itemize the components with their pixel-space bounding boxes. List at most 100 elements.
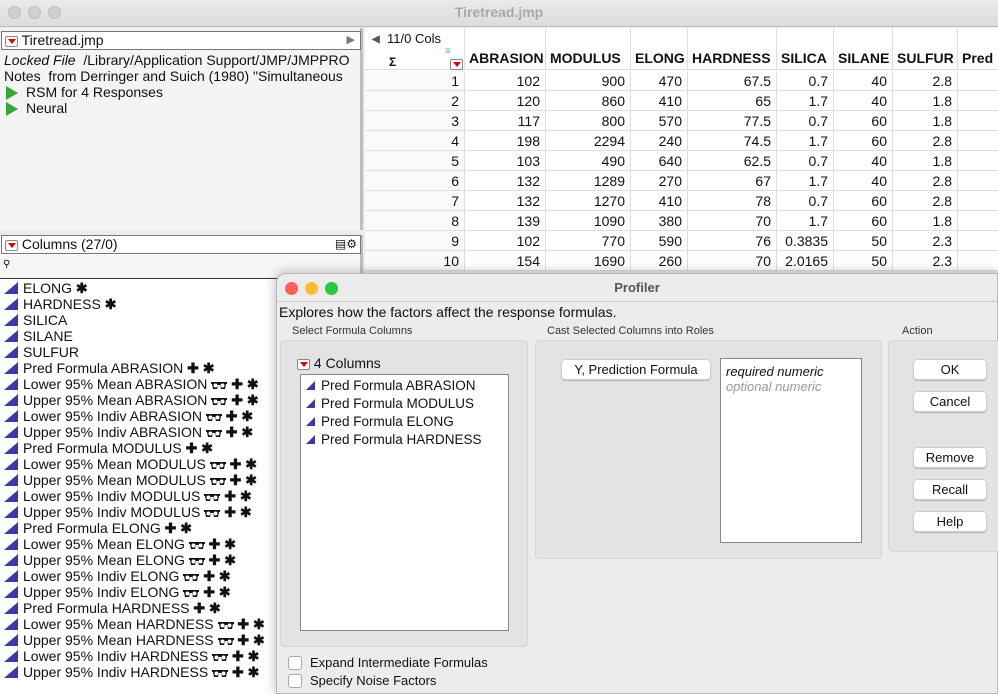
table-cell[interactable]: 117 bbox=[465, 111, 546, 131]
column-list-item[interactable]: Lower 95% Indiv MODULUS ✚ ✱ bbox=[0, 488, 252, 504]
table-cell[interactable]: 770 bbox=[546, 231, 631, 251]
table-cell[interactable]: 1690 bbox=[546, 251, 631, 271]
column-header[interactable]: SILANE bbox=[834, 28, 893, 70]
formula-column-item[interactable]: Pred Formula ELONG bbox=[306, 414, 454, 429]
table-cell[interactable]: 132 bbox=[465, 171, 546, 191]
table-cell[interactable] bbox=[958, 131, 998, 151]
table-cell[interactable]: 70 bbox=[688, 211, 777, 231]
table-cell[interactable]: 67 bbox=[688, 171, 777, 191]
columns-header[interactable]: Columns (27/0) ▤⚙ bbox=[1, 235, 361, 254]
table-cell[interactable]: 2.3 bbox=[893, 231, 958, 251]
row-number[interactable]: 8 bbox=[365, 211, 465, 231]
column-list-item[interactable]: Lower 95% Mean HARDNESS ✚ ✱ bbox=[0, 616, 265, 632]
column-header[interactable]: ELONG bbox=[631, 28, 688, 70]
table-cell[interactable]: 490 bbox=[546, 151, 631, 171]
table-cell[interactable]: 60 bbox=[834, 211, 893, 231]
red-triangle-menu-icon[interactable] bbox=[5, 239, 18, 251]
table-cell[interactable]: 0.7 bbox=[777, 191, 834, 211]
table-cell[interactable]: 40 bbox=[834, 71, 893, 91]
table-cell[interactable]: 1270 bbox=[546, 191, 631, 211]
checkbox[interactable] bbox=[288, 655, 302, 670]
column-list-item[interactable]: Upper 95% Mean HARDNESS ✚ ✱ bbox=[0, 632, 265, 648]
table-cell[interactable]: 77.5 bbox=[688, 111, 777, 131]
expand-intermediate-checkbox[interactable]: Expand Intermediate Formulas bbox=[288, 655, 488, 670]
table-cell[interactable]: 1.8 bbox=[893, 211, 958, 231]
table-cell[interactable]: 60 bbox=[834, 131, 893, 151]
column-header[interactable]: HARDNESS bbox=[688, 28, 777, 70]
cancel-button[interactable]: Cancel bbox=[913, 391, 987, 412]
column-list-item[interactable]: Upper 95% Mean ABRASION ✚ ✱ bbox=[0, 392, 259, 408]
column-list-icon[interactable]: ≡ bbox=[445, 46, 451, 57]
row-number[interactable]: 5 bbox=[365, 151, 465, 171]
table-cell[interactable]: 2.8 bbox=[893, 131, 958, 151]
columns-count-header[interactable]: 4 Columns bbox=[297, 355, 381, 371]
formula-columns-list[interactable]: Pred Formula ABRASION Pred Formula MODULU… bbox=[300, 374, 509, 631]
row-number[interactable]: 3 bbox=[365, 111, 465, 131]
table-cell[interactable] bbox=[958, 191, 998, 211]
table-cell[interactable]: 1.7 bbox=[777, 91, 834, 111]
formula-column-item[interactable]: Pred Formula MODULUS bbox=[306, 396, 474, 411]
column-list-item[interactable]: Pred Formula HARDNESS ✚ ✱ bbox=[0, 600, 221, 616]
column-list-item[interactable]: Pred Formula MODULUS ✚ ✱ bbox=[0, 440, 213, 456]
table-cell[interactable]: 260 bbox=[631, 251, 688, 271]
table-cell[interactable]: 0.7 bbox=[777, 111, 834, 131]
table-cell[interactable]: 2.8 bbox=[893, 191, 958, 211]
column-header[interactable]: MODULUS bbox=[546, 28, 631, 70]
table-cell[interactable]: 103 bbox=[465, 151, 546, 171]
column-header[interactable]: SULFUR bbox=[893, 28, 958, 70]
table-cell[interactable]: 198 bbox=[465, 131, 546, 151]
table-cell[interactable]: 50 bbox=[834, 251, 893, 271]
formula-column-item[interactable]: Pred Formula ABRASION bbox=[306, 378, 476, 393]
column-list-item[interactable]: Pred Formula ABRASION ✚ ✱ bbox=[0, 360, 215, 376]
column-list-item[interactable]: SILANE bbox=[0, 328, 73, 344]
row-number[interactable]: 10 bbox=[365, 251, 465, 271]
table-cell[interactable]: 1090 bbox=[546, 211, 631, 231]
column-list-item[interactable]: Lower 95% Mean ELONG ✚ ✱ bbox=[0, 536, 236, 552]
row-number[interactable]: 9 bbox=[365, 231, 465, 251]
table-cell[interactable]: 102 bbox=[465, 71, 546, 91]
table-cell[interactable]: 1.7 bbox=[777, 131, 834, 151]
red-triangle-menu-icon[interactable] bbox=[297, 358, 310, 370]
table-cell[interactable]: 1.8 bbox=[893, 151, 958, 171]
column-list-item[interactable]: Lower 95% Indiv ELONG ✚ ✱ bbox=[0, 568, 231, 584]
column-list-item[interactable]: HARDNESS ✱ bbox=[0, 296, 116, 312]
table-cell[interactable] bbox=[958, 151, 998, 171]
table-cell[interactable]: 590 bbox=[631, 231, 688, 251]
column-list-item[interactable]: Lower 95% Indiv ABRASION ✚ ✱ bbox=[0, 408, 253, 424]
column-list-item[interactable]: ELONG ✱ bbox=[0, 280, 88, 296]
table-cell[interactable]: 2294 bbox=[546, 131, 631, 151]
checkbox[interactable] bbox=[288, 673, 302, 688]
table-cell[interactable]: 120 bbox=[465, 91, 546, 111]
collapse-arrow-icon[interactable]: ◀ bbox=[372, 34, 380, 45]
table-cell[interactable]: 270 bbox=[631, 171, 688, 191]
table-cell[interactable]: 2.0165 bbox=[777, 251, 834, 271]
table-cell[interactable]: 65 bbox=[688, 91, 777, 111]
table-cell[interactable]: 1.7 bbox=[777, 171, 834, 191]
column-list-item[interactable]: Upper 95% Mean ELONG ✚ ✱ bbox=[0, 552, 236, 568]
red-triangle-menu-icon[interactable] bbox=[5, 35, 18, 47]
table-cell[interactable] bbox=[958, 71, 998, 91]
table-cell[interactable] bbox=[958, 111, 998, 131]
table-cell[interactable]: 900 bbox=[546, 71, 631, 91]
row-number[interactable]: 4 bbox=[365, 131, 465, 151]
table-cell[interactable]: 1289 bbox=[546, 171, 631, 191]
table-cell[interactable]: 570 bbox=[631, 111, 688, 131]
row-number[interactable]: 2 bbox=[365, 91, 465, 111]
table-cell[interactable]: 1.7 bbox=[777, 211, 834, 231]
table-cell[interactable]: 860 bbox=[546, 91, 631, 111]
row-number[interactable]: 7 bbox=[365, 191, 465, 211]
table-cell[interactable]: 139 bbox=[465, 211, 546, 231]
column-list-item[interactable]: SILICA bbox=[0, 312, 67, 328]
row-number[interactable]: 1 bbox=[365, 71, 465, 91]
column-list-item[interactable]: Upper 95% Indiv ABRASION ✚ ✱ bbox=[0, 424, 253, 440]
column-list-item[interactable]: Upper 95% Indiv MODULUS ✚ ✱ bbox=[0, 504, 252, 520]
table-cell[interactable]: 380 bbox=[631, 211, 688, 231]
table-cell[interactable]: 60 bbox=[834, 191, 893, 211]
script-neural[interactable]: Neural bbox=[6, 100, 67, 117]
table-cell[interactable]: 2.8 bbox=[893, 71, 958, 91]
column-list-item[interactable]: Upper 95% Mean MODULUS ✚ ✱ bbox=[0, 472, 257, 488]
table-cell[interactable]: 60 bbox=[834, 111, 893, 131]
table-cell[interactable]: 40 bbox=[834, 91, 893, 111]
help-button[interactable]: Help bbox=[913, 511, 987, 532]
column-header[interactable]: ABRASION bbox=[465, 28, 546, 70]
